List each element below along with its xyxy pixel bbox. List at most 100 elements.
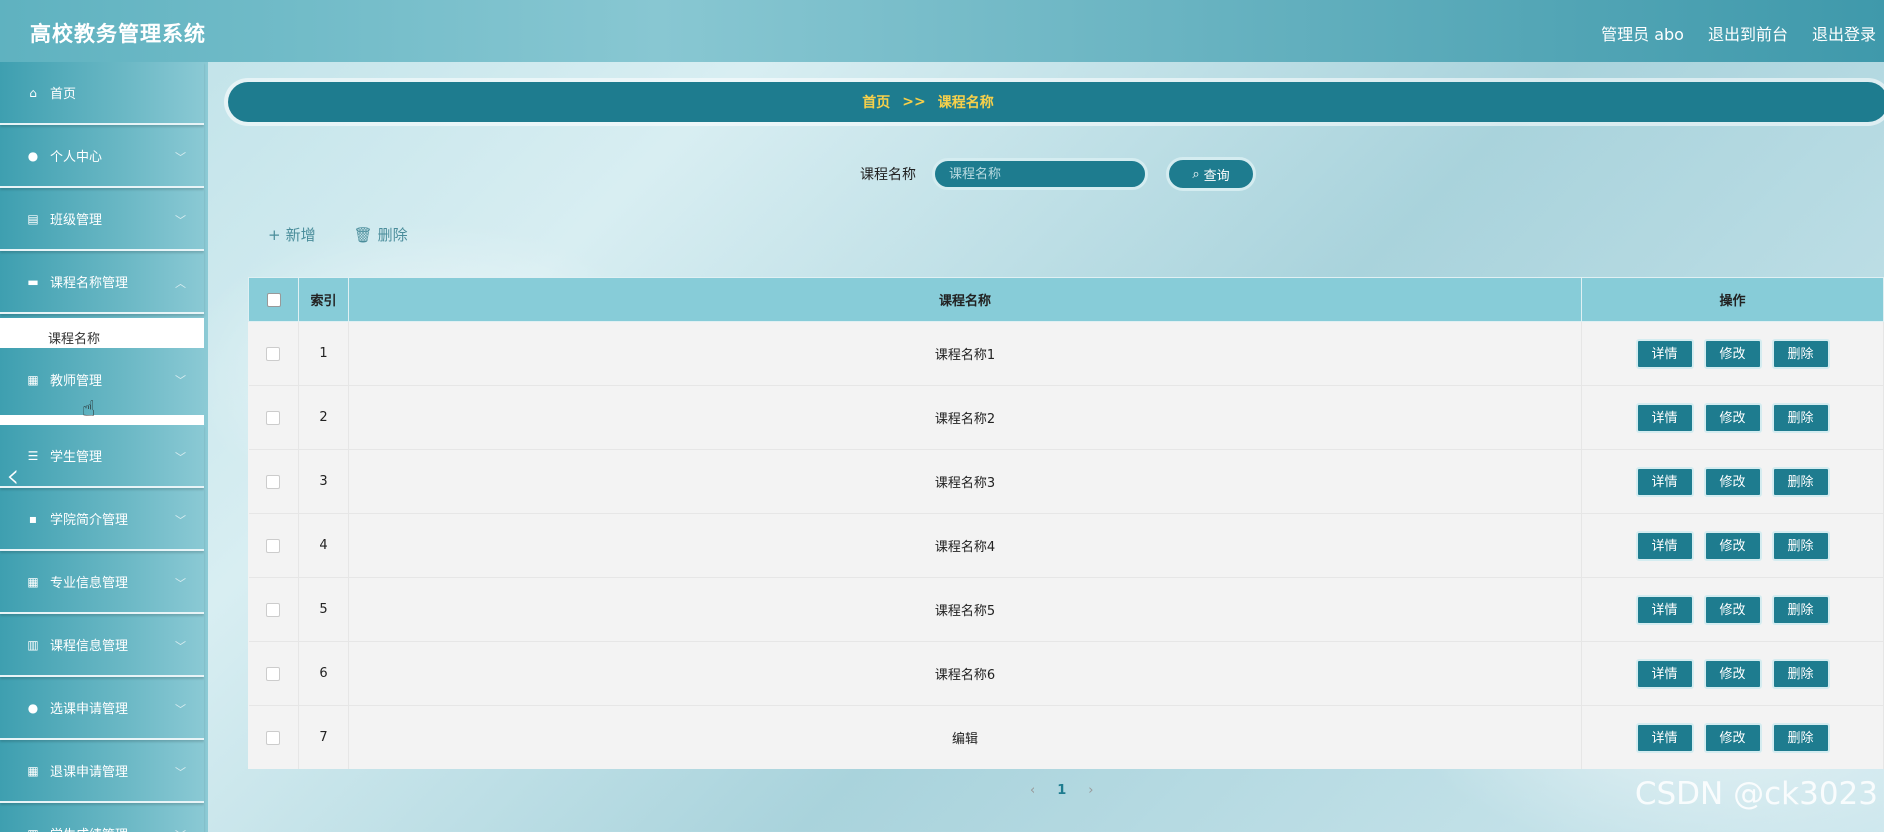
sidebar-item-label: 个人中心: [50, 150, 103, 165]
edit-button[interactable]: 修改: [1703, 722, 1762, 753]
row-select-cell: [248, 385, 299, 450]
row-index: 2: [298, 385, 349, 450]
table-row: 7 编辑 详情 修改 删除: [248, 705, 1884, 769]
sidebar-item-college-intro[interactable]: ▪ 学院简介管理 ﹀: [0, 488, 204, 551]
search-input[interactable]: [932, 158, 1148, 190]
row-index: 4: [298, 513, 349, 578]
row-checkbox[interactable]: [266, 410, 281, 425]
delete-button[interactable]: 删除: [1771, 722, 1830, 753]
delete-button[interactable]: 删除: [1771, 402, 1830, 433]
sidebar-item-teacher[interactable]: ▦ 教师管理 ﹀: [0, 348, 204, 411]
edit-button[interactable]: 修改: [1703, 594, 1762, 625]
delete-button-label: 删除: [377, 226, 408, 244]
sidebar-item-label: 教师管理: [50, 374, 103, 389]
chevron-down-icon: ﹀: [175, 577, 186, 590]
row-index: 3: [298, 449, 349, 514]
sidebar-item-student[interactable]: ☰ 学生管理 ﹀: [0, 425, 204, 488]
app-title: 高校教务管理系统: [30, 22, 206, 46]
sidebar-item-label: 课程名称管理: [50, 276, 129, 291]
detail-button[interactable]: 详情: [1635, 658, 1694, 689]
user-icon: ●: [27, 148, 39, 163]
detail-button[interactable]: 详情: [1635, 466, 1694, 497]
search-label: 课程名称: [860, 167, 916, 183]
submenu-item-course-name[interactable]: 课程名称: [0, 318, 204, 348]
home-icon: ⌂: [29, 85, 37, 100]
page-number[interactable]: 1: [1057, 783, 1066, 798]
delete-button[interactable]: 删除: [1771, 530, 1830, 561]
top-links: 管理员 abo 退出到前台 退出登录: [1601, 21, 1876, 45]
search-button[interactable]: ⌕ 查询: [1166, 157, 1256, 191]
sidebar-item-label: 学院简介管理: [50, 513, 129, 528]
row-course-name: 课程名称6: [348, 641, 1582, 706]
delete-button[interactable]: 删除: [1771, 466, 1830, 497]
sidebar-item-label: 专业信息管理: [50, 576, 129, 591]
breadcrumb: 首页 >> 课程名称: [228, 82, 1884, 122]
row-operations: 详情 修改 删除: [1581, 641, 1884, 706]
logout-link[interactable]: 退出登录: [1812, 21, 1876, 45]
chevron-down-icon: ﹀: [175, 151, 186, 164]
sidebar-item-personal-center[interactable]: ● 个人中心 ﹀: [0, 125, 204, 188]
pagination: ‹ 1 ›: [1030, 783, 1093, 798]
delete-button[interactable]: 删除: [1771, 658, 1830, 689]
table-row: 4 课程名称4 详情 修改 删除: [248, 513, 1884, 578]
breadcrumb-current: 课程名称: [937, 95, 994, 111]
sidebar-item-major[interactable]: ▦ 专业信息管理 ﹀: [0, 551, 204, 614]
search-icon: ⌕: [1192, 166, 1200, 182]
grid-icon: ▦: [27, 763, 39, 778]
row-select-cell: [248, 513, 299, 578]
detail-button[interactable]: 详情: [1635, 530, 1694, 561]
row-index: 7: [298, 705, 349, 769]
edit-button[interactable]: 修改: [1703, 402, 1762, 433]
sidebar: ⌂ 首页 ● 个人中心 ﹀ ▤ 班级管理 ﹀ ▬ 课程名称管理 ︿ 课程名称 ▦…: [0, 62, 208, 832]
breadcrumb-home[interactable]: 首页: [862, 92, 890, 112]
delete-button[interactable]: 删除: [1771, 594, 1830, 625]
edit-button[interactable]: 修改: [1703, 466, 1762, 497]
actions-row: + 新增 🗑 删除: [268, 224, 408, 245]
chevron-down-icon: ﹀: [175, 214, 186, 227]
sidebar-item-class[interactable]: ▤ 班级管理 ﹀: [0, 188, 204, 251]
row-select-cell: [248, 641, 299, 706]
add-button[interactable]: + 新增: [268, 224, 316, 245]
sidebar-item-course-info[interactable]: ▥ 课程信息管理 ﹀: [0, 614, 204, 677]
sidebar-item-course-name[interactable]: ▬ 课程名称管理 ︿: [0, 251, 204, 314]
sidebar-item-grades[interactable]: ▦ 学生成绩管理 ﹀: [0, 803, 204, 832]
sidebar-item-course-selection[interactable]: ● 选课申请管理 ﹀: [0, 677, 204, 740]
edit-button[interactable]: 修改: [1703, 530, 1762, 561]
chevron-down-icon: ﹀: [175, 451, 186, 464]
detail-button[interactable]: 详情: [1635, 402, 1694, 433]
row-course-name: 编辑: [348, 705, 1582, 769]
add-button-label: 新增: [285, 226, 316, 244]
row-checkbox[interactable]: [266, 538, 281, 553]
detail-button[interactable]: 详情: [1635, 594, 1694, 625]
row-checkbox[interactable]: [266, 346, 281, 361]
prev-page-button[interactable]: ‹: [1030, 783, 1035, 798]
sidebar-item-course-drop[interactable]: ▦ 退课申请管理 ﹀: [0, 740, 204, 803]
data-table: 索引 课程名称 操作 1 课程名称1 详情 修改 删除 2 课程名称2 详情 修改 删除 3 课程名称…: [248, 277, 1884, 769]
edit-button[interactable]: 修改: [1703, 658, 1762, 689]
next-page-button[interactable]: ›: [1088, 783, 1093, 798]
search-button-label: 查询: [1203, 168, 1230, 184]
chevron-down-icon: ﹀: [175, 640, 186, 653]
row-index: 5: [298, 577, 349, 642]
sidebar-item-label: 首页: [50, 87, 77, 102]
grid-icon: ▦: [27, 372, 39, 387]
detail-button[interactable]: 详情: [1635, 722, 1694, 753]
row-checkbox[interactable]: [266, 666, 281, 681]
sidebar-item-home[interactable]: ⌂ 首页: [0, 62, 204, 125]
breadcrumb-separator: >>: [902, 94, 926, 110]
row-checkbox[interactable]: [266, 602, 281, 617]
back-to-front-link[interactable]: 退出到前台: [1708, 21, 1788, 45]
bulk-delete-button[interactable]: 🗑 删除: [354, 224, 408, 245]
row-operations: 详情 修改 删除: [1581, 385, 1884, 450]
row-course-name: 课程名称4: [348, 513, 1582, 578]
row-operations: 详情 修改 删除: [1581, 705, 1884, 769]
edit-button[interactable]: 修改: [1703, 338, 1762, 369]
row-checkbox[interactable]: [266, 730, 281, 745]
row-checkbox[interactable]: [266, 474, 281, 489]
table-row: 5 课程名称5 详情 修改 删除: [248, 577, 1884, 642]
row-index: 1: [298, 321, 349, 386]
collapse-sidebar-icon[interactable]: ‹: [6, 456, 20, 496]
delete-button[interactable]: 删除: [1771, 338, 1830, 369]
select-all-checkbox[interactable]: [266, 292, 281, 307]
detail-button[interactable]: 详情: [1635, 338, 1694, 369]
